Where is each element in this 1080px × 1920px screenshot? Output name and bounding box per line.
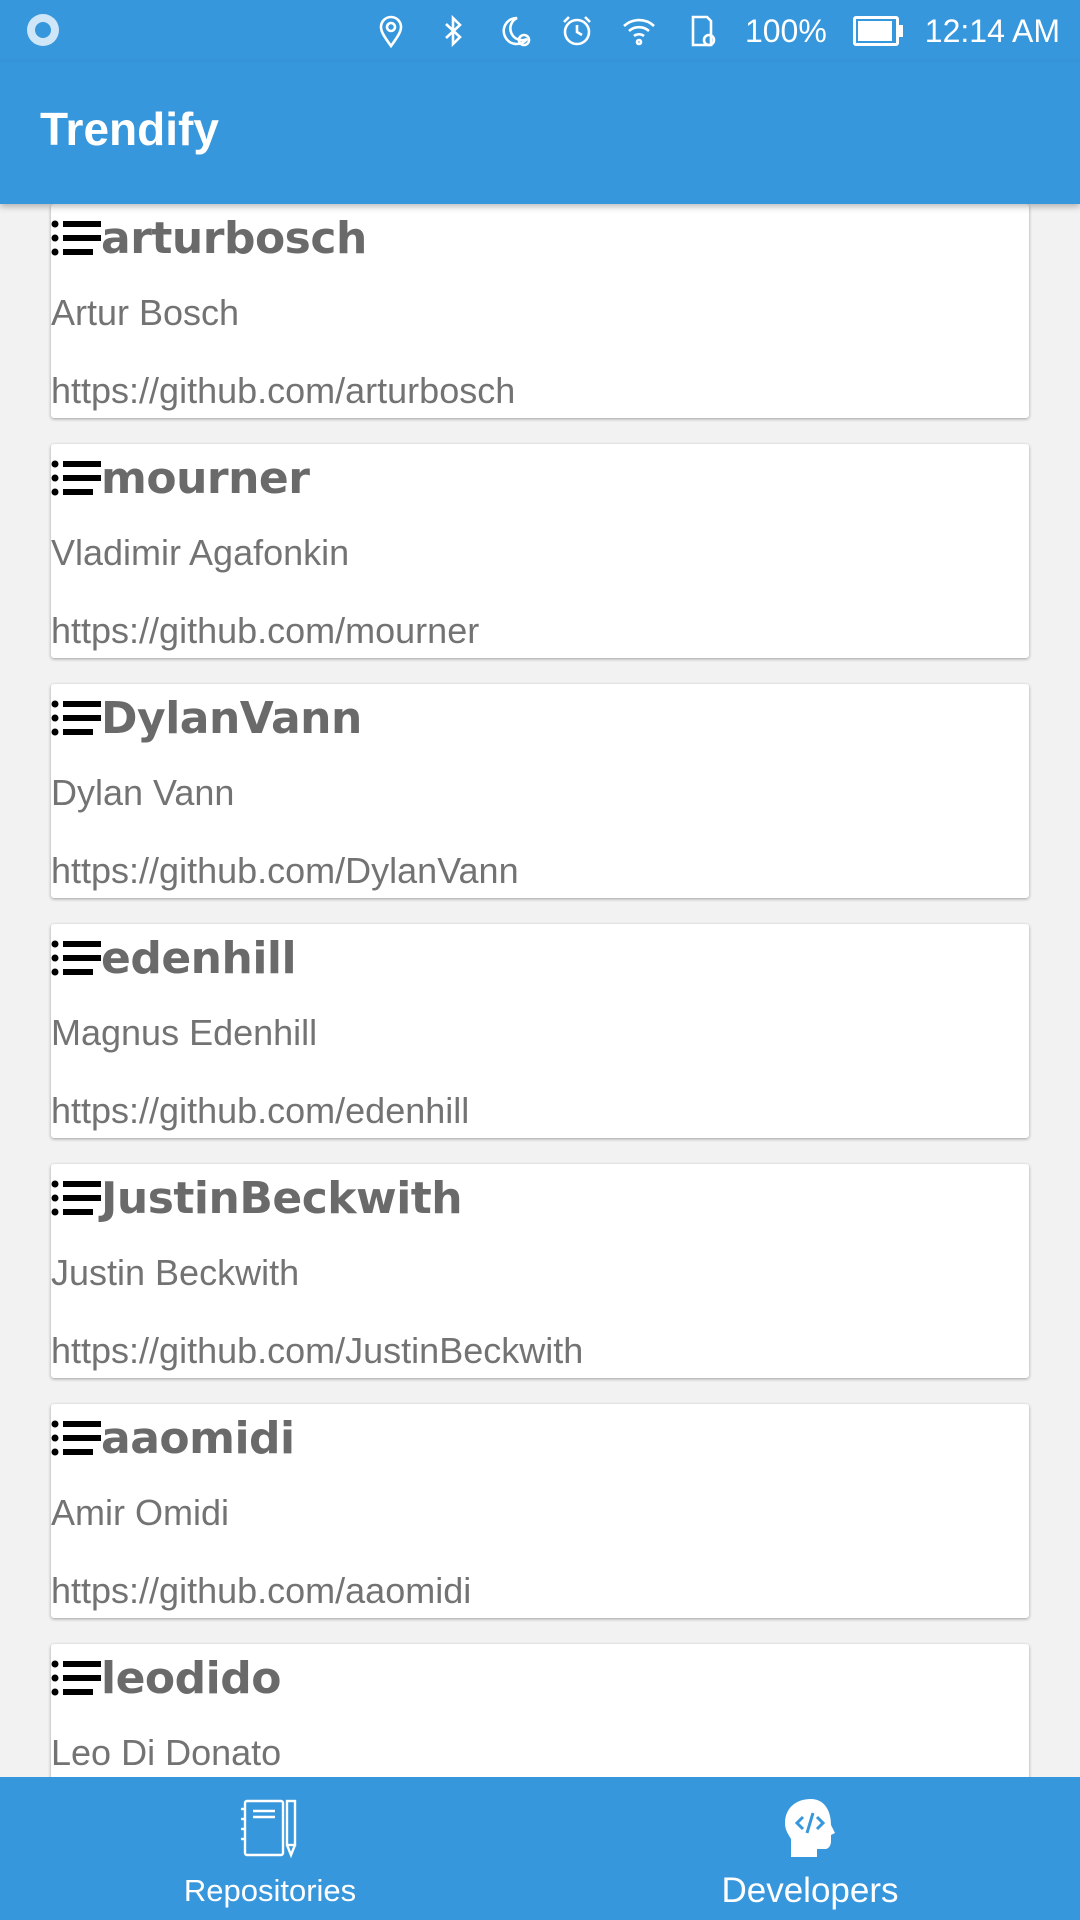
nav-developers[interactable]: Developers [540, 1777, 1080, 1920]
list-icon [51, 1420, 101, 1456]
wifi-icon [623, 18, 655, 46]
developer-card-header: aaomidi [51, 1410, 295, 1466]
developer-url[interactable]: https://github.com/mourner [51, 610, 479, 652]
battery-icon [852, 16, 903, 46]
developer-name: Vladimir Agafonkin [51, 532, 350, 573]
developer-card-header: leodido [51, 1650, 281, 1706]
developer-list[interactable]: arturbosch Artur Bosch https://github.co… [0, 204, 1080, 1777]
developer-card-header: mourner [51, 450, 310, 506]
nav-developers-label: Developers [721, 1871, 899, 1910]
developer-login: JustinBeckwith [101, 1172, 463, 1224]
notebook-pencil-icon [241, 1799, 297, 1859]
developer-head-icon [785, 1799, 835, 1857]
nav-repositories-label: Repositories [183, 1873, 357, 1908]
alarm-icon [563, 16, 591, 46]
list-icon [51, 1180, 101, 1216]
developer-card-header: edenhill [51, 930, 297, 986]
status-icons: 100% 12:14 AM [373, 0, 1060, 62]
list-icon [51, 220, 101, 256]
developer-card[interactable]: JustinBeckwith Justin Beckwith https://g… [51, 1164, 1029, 1378]
developer-card[interactable]: leodido Leo Di Donato [51, 1644, 1029, 1777]
developer-card[interactable]: mourner Vladimir Agafonkin https://githu… [51, 444, 1029, 658]
developer-card[interactable]: DylanVann Dylan Vann https://github.com/… [51, 684, 1029, 898]
developer-login: DylanVann [101, 692, 362, 744]
developer-name: Leo Di Donato [51, 1732, 282, 1773]
do-not-disturb-moon-icon [502, 16, 531, 47]
developer-url[interactable]: https://github.com/arturbosch [51, 370, 515, 412]
developer-login: arturbosch [101, 212, 367, 264]
developer-card[interactable]: edenhill Magnus Edenhill https://github.… [51, 924, 1029, 1138]
app-bar: Trendify [0, 62, 1080, 204]
clock: 12:14 AM [924, 12, 1060, 49]
developer-card[interactable]: arturbosch Artur Bosch https://github.co… [51, 204, 1029, 418]
developer-card-header: JustinBeckwith [51, 1170, 463, 1226]
developer-login: leodido [101, 1652, 281, 1704]
developer-url[interactable]: https://github.com/aaomidi [51, 1570, 471, 1612]
app-title: Trendify [40, 103, 219, 155]
location-icon [379, 15, 403, 49]
developer-name: Magnus Edenhill [51, 1012, 318, 1053]
developer-url[interactable]: https://github.com/DylanVann [51, 850, 519, 892]
list-icon [51, 940, 101, 976]
developer-name: Dylan Vann [51, 772, 235, 813]
sd-card-icon [691, 15, 716, 47]
developer-name: Artur Bosch [51, 292, 240, 333]
developer-login: mourner [101, 452, 310, 504]
developer-card[interactable]: aaomidi Amir Omidi https://github.com/aa… [51, 1404, 1029, 1618]
developer-login: edenhill [101, 932, 297, 984]
nav-repositories[interactable]: Repositories [0, 1777, 540, 1920]
bottom-navigation: Repositories Developers [0, 1777, 1080, 1920]
notification-dot-icon [27, 14, 59, 46]
list-icon [51, 460, 101, 496]
battery-percent: 100% [744, 12, 827, 49]
developer-card-header: DylanVann [51, 690, 362, 746]
developer-url[interactable]: https://github.com/JustinBeckwith [51, 1330, 583, 1372]
developer-name: Justin Beckwith [51, 1252, 300, 1293]
list-icon [51, 1660, 101, 1696]
developer-name: Amir Omidi [51, 1492, 229, 1533]
bluetooth-icon [445, 14, 462, 48]
developer-url[interactable]: https://github.com/edenhill [51, 1090, 469, 1132]
developer-login: aaomidi [101, 1412, 295, 1464]
status-bar: 100% 12:14 AM [0, 0, 1080, 62]
developer-card-header: arturbosch [51, 210, 367, 266]
screen: 100% 12:14 AM Trendify arturbosch Artur … [0, 0, 1080, 1920]
list-icon [51, 700, 101, 736]
